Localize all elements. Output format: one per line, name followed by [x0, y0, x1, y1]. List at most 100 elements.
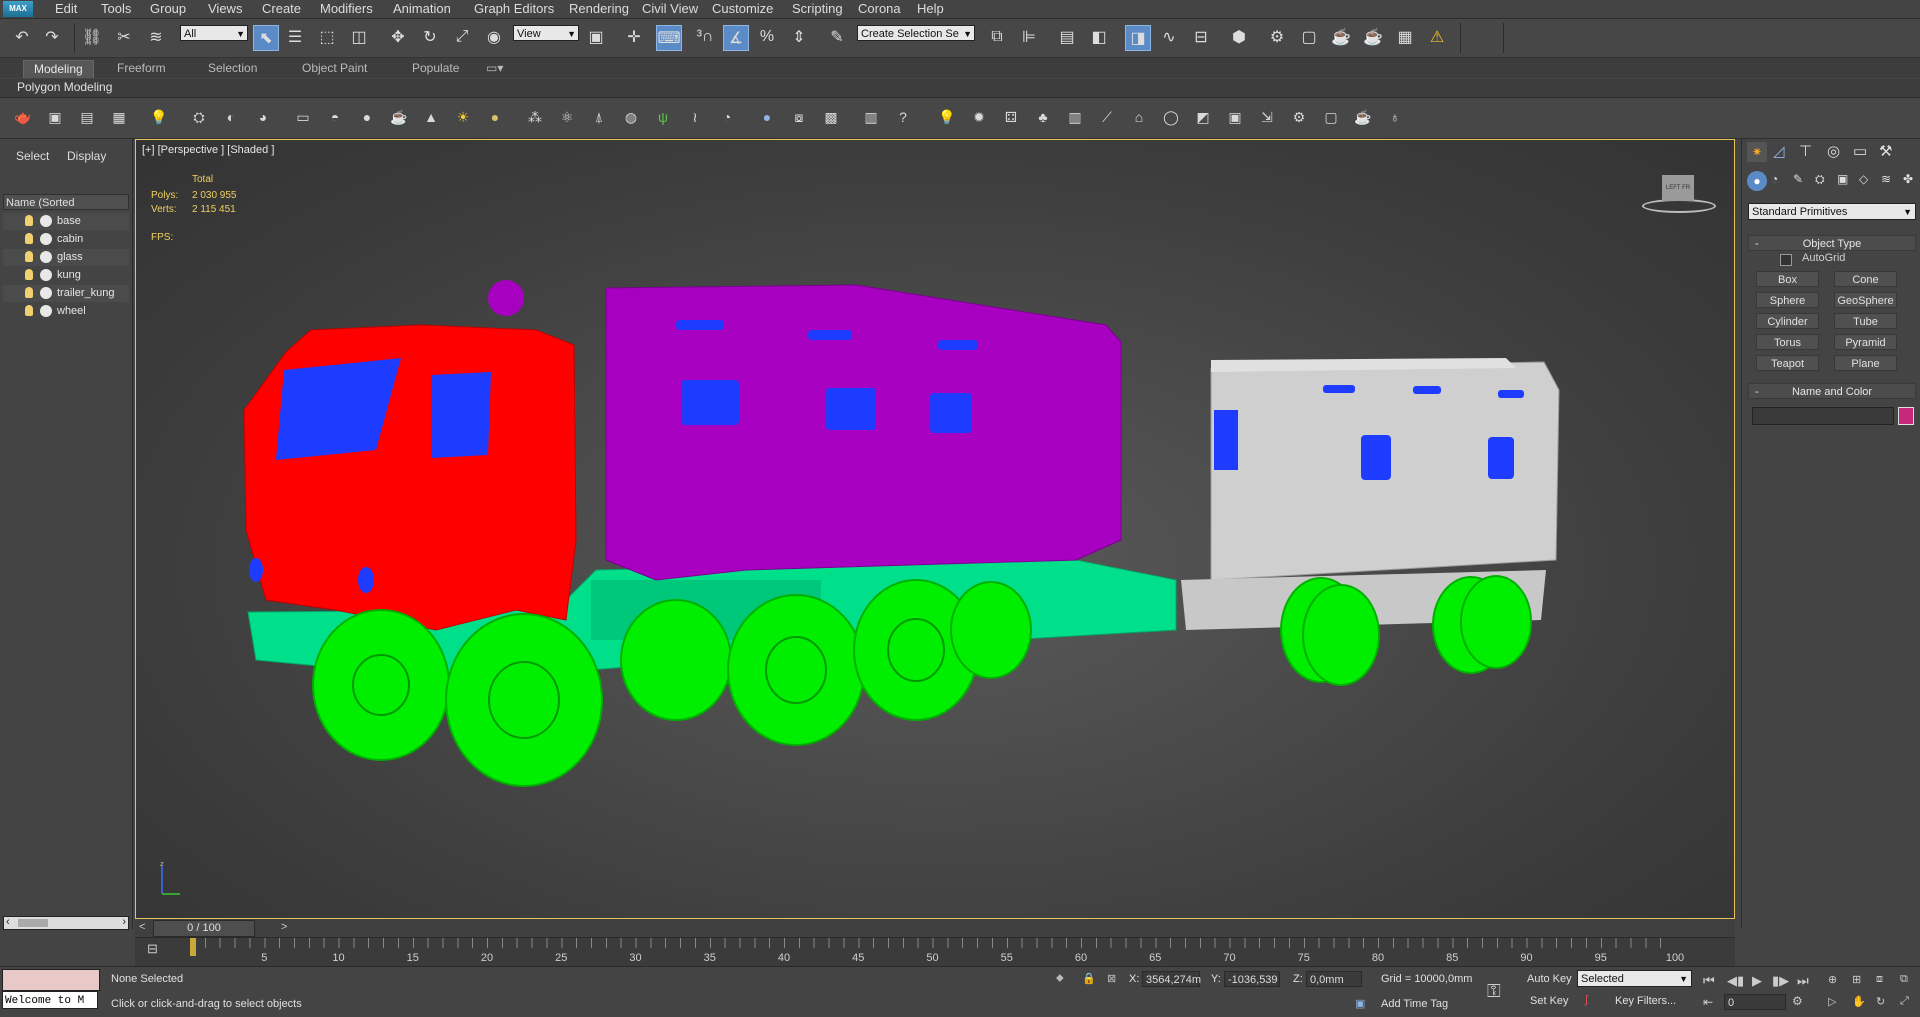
- dome-icon[interactable]: ◓: [324, 106, 346, 128]
- isolate-icon[interactable]: ⬥: [1056, 972, 1064, 985]
- percent-snap-icon[interactable]: %: [755, 25, 779, 49]
- reference-coordinate-dropdown[interactable]: View ▼: [513, 25, 579, 41]
- select-object-icon[interactable]: ⬉: [253, 25, 279, 51]
- menu-rendering[interactable]: Rendering: [569, 1, 629, 16]
- time-slider-next[interactable]: >: [281, 921, 287, 933]
- explorer-tab-display[interactable]: Display: [67, 149, 106, 163]
- slice-icon[interactable]: ⟋: [1096, 106, 1118, 128]
- name-and-color-rollout[interactable]: - Name and Color: [1748, 383, 1916, 399]
- time-tag-icon[interactable]: ▣: [1355, 997, 1365, 1010]
- light-bulb-icon[interactable]: [25, 233, 33, 244]
- explorer-column-header[interactable]: Name (Sorted Ascending): [3, 194, 129, 225]
- frame-buffer-icon[interactable]: ▥: [1064, 106, 1086, 128]
- select-scale-icon[interactable]: ⤢: [450, 25, 474, 49]
- pan-icon[interactable]: ✋: [1852, 995, 1866, 1008]
- menu-animation[interactable]: Animation: [393, 1, 451, 16]
- cylinder-button[interactable]: Cylinder: [1756, 313, 1819, 329]
- keyboard-shortcut-override-icon[interactable]: ⌨: [656, 25, 682, 51]
- zoom-extents-all-icon[interactable]: ⧉: [1900, 973, 1908, 986]
- light-bulb-icon[interactable]: [25, 269, 33, 280]
- plane-icon[interactable]: ▭: [292, 106, 314, 128]
- unlink-icon[interactable]: ✂: [112, 25, 136, 49]
- set-key-button[interactable]: Set Key: [1530, 995, 1569, 1007]
- curve-icon[interactable]: ∫: [1585, 994, 1588, 1006]
- key-filters-button[interactable]: Key Filters...: [1615, 995, 1676, 1007]
- redo-icon[interactable]: ↷: [40, 25, 64, 49]
- field-of-view-icon[interactable]: ▷: [1828, 995, 1836, 1008]
- autogrid-checkbox[interactable]: [1780, 254, 1792, 266]
- select-move-icon[interactable]: ✥: [386, 25, 410, 49]
- key-icon[interactable]: ⚿: [1487, 981, 1501, 1002]
- render-iterative-icon[interactable]: ☕: [1361, 25, 1385, 49]
- bind-spacewarp-icon[interactable]: ≋: [144, 25, 168, 49]
- lights-icon[interactable]: ✎: [1793, 172, 1803, 186]
- torus-button[interactable]: Torus: [1756, 334, 1819, 350]
- lamp-icon[interactable]: ♁: [1384, 106, 1406, 128]
- maximize-viewport-icon[interactable]: ⤢: [1900, 995, 1909, 1008]
- space-warps-icon[interactable]: ◇: [1859, 172, 1868, 186]
- previous-frame-icon[interactable]: ◀▮: [1727, 973, 1744, 989]
- go-to-start-icon[interactable]: ⏮: [1703, 973, 1715, 989]
- undo-icon[interactable]: ↶: [10, 25, 34, 49]
- light-bulb-icon[interactable]: [25, 287, 33, 298]
- teapot-button[interactable]: Teapot: [1756, 355, 1819, 371]
- mini-curve-editor-icon[interactable]: ⊟: [147, 941, 165, 959]
- cameras-icon[interactable]: ⛭: [1815, 172, 1825, 187]
- help-icon[interactable]: ?: [892, 106, 914, 128]
- sky-icon[interactable]: ◩: [1192, 106, 1214, 128]
- menu-corona[interactable]: Corona: [858, 1, 901, 16]
- camera-icon[interactable]: ⛭: [188, 106, 210, 128]
- teapot-icon[interactable]: 🫖: [12, 106, 34, 128]
- go-to-end-icon[interactable]: ⏭: [1797, 973, 1809, 989]
- basket-icon[interactable]: ◔: [716, 106, 738, 128]
- menu-views[interactable]: Views: [208, 1, 242, 16]
- y-coordinate-field[interactable]: -1036,539: [1224, 971, 1280, 987]
- teapot-small-icon[interactable]: ☕: [388, 106, 410, 128]
- time-marker[interactable]: [190, 938, 196, 956]
- scroll-thumb[interactable]: [18, 919, 48, 927]
- proxy-icon[interactable]: ⚃: [1000, 106, 1022, 128]
- render-setup-icon[interactable]: ⚙: [1265, 25, 1289, 49]
- layer-explorer-icon[interactable]: ▤: [1055, 25, 1079, 49]
- menu-graph-editors[interactable]: Graph Editors: [474, 1, 554, 16]
- helpers-icon[interactable]: ▣: [1837, 172, 1848, 186]
- sphere-button[interactable]: Sphere: [1756, 292, 1819, 308]
- transform-mode-icon[interactable]: ⊠: [1107, 972, 1116, 985]
- render-icon[interactable]: ▩: [820, 106, 842, 128]
- explorer-tab-select[interactable]: Select: [16, 149, 49, 163]
- list-item[interactable]: base: [3, 213, 129, 230]
- modify-tab-icon[interactable]: ◿: [1773, 142, 1785, 160]
- hierarchy-tab-icon[interactable]: ⊤: [1799, 142, 1812, 160]
- zoom-icon[interactable]: ⊕: [1828, 973, 1837, 986]
- time-config-icon[interactable]: ⚙: [1792, 994, 1803, 1008]
- play-icon[interactable]: ▶: [1752, 973, 1762, 989]
- explorer-scrollbar[interactable]: ‹ ›: [3, 916, 129, 930]
- cone-icon[interactable]: ▲: [420, 106, 442, 128]
- tab-freeform[interactable]: Freeform: [107, 60, 176, 77]
- maxscript-input[interactable]: Welcome to M: [2, 991, 98, 1009]
- menu-edit[interactable]: Edit: [55, 1, 77, 16]
- select-manipulate-icon[interactable]: ✛: [622, 25, 646, 49]
- menu-scripting[interactable]: Scripting: [792, 1, 843, 16]
- scene-explorer-toggle-icon[interactable]: ◨: [1125, 25, 1151, 51]
- key-mode-dropdown[interactable]: Selected ▼: [1577, 970, 1692, 987]
- time-slider-thumb[interactable]: 0 / 100: [153, 920, 255, 937]
- angle-snap-icon[interactable]: ∡: [723, 25, 749, 51]
- table-icon[interactable]: ▦: [108, 106, 130, 128]
- render-production-icon[interactable]: ☕: [1329, 25, 1353, 49]
- create-tab-icon[interactable]: ✷: [1747, 142, 1767, 162]
- sheet-icon[interactable]: ▤: [76, 106, 98, 128]
- bottle-icon[interactable]: ⌂: [1128, 106, 1150, 128]
- align-icon[interactable]: ⊫: [1017, 25, 1041, 49]
- edit-named-selection-icon[interactable]: ✎: [825, 25, 849, 49]
- layer-manager-icon[interactable]: ◧: [1087, 25, 1111, 49]
- tools-icon[interactable]: ▥: [860, 106, 882, 128]
- molecule-icon[interactable]: ⚛: [556, 106, 578, 128]
- menu-civil-view[interactable]: Civil View: [642, 1, 698, 16]
- pivot-center-icon[interactable]: ▣: [584, 25, 608, 49]
- material-editor-icon[interactable]: ⬢: [1227, 25, 1251, 49]
- spiral-icon[interactable]: ◐: [220, 106, 242, 128]
- tab-modeling[interactable]: Modeling: [23, 60, 94, 78]
- time-slider-prev[interactable]: <: [139, 921, 145, 933]
- list-item[interactable]: trailer_kung: [3, 285, 129, 302]
